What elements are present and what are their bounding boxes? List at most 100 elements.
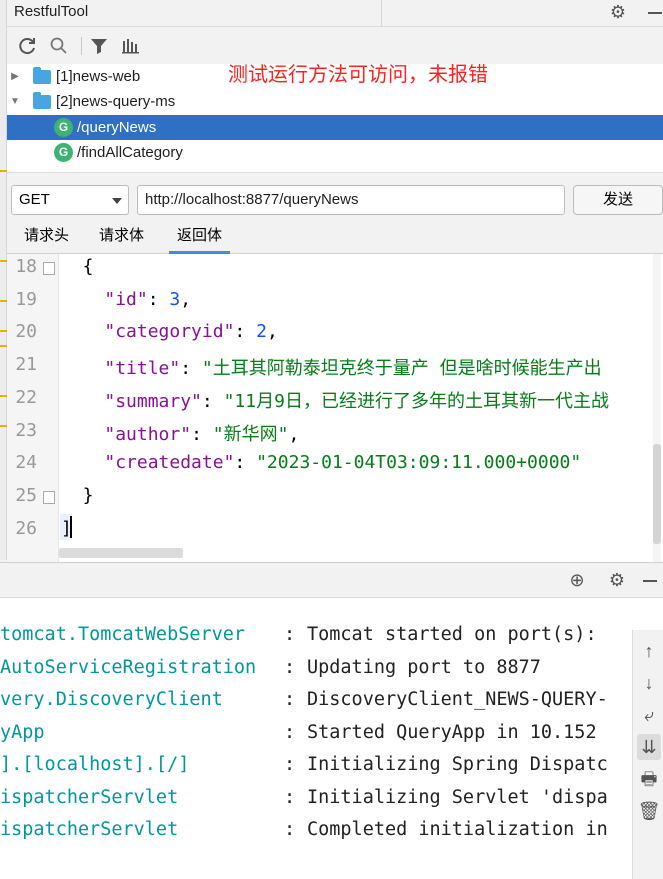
tab-request-body[interactable]: 请求体 <box>91 224 152 254</box>
http-method-select[interactable]: GET <box>11 185 129 215</box>
horizontal-scrollbar[interactable] <box>59 548 183 558</box>
console-message: Started QueryApp in 10.152 <box>307 721 608 743</box>
code-token-key: "title" <box>104 358 181 380</box>
code-token-pre <box>61 391 104 412</box>
code-token-mid: : <box>234 321 257 343</box>
tree-endpoint-label: /findAllCategory <box>77 144 183 161</box>
code-token-val: 2 <box>256 321 267 343</box>
text-caret <box>70 516 72 538</box>
console-separator: : <box>284 656 296 678</box>
scroll-to-end-icon[interactable]: ⇊ <box>637 734 661 760</box>
get-method-icon: G <box>54 143 73 162</box>
console-message: Updating port to 8877 <box>307 656 541 678</box>
red-annotation-text: 测试运行方法可访问，未报错 <box>228 64 488 86</box>
console-message: Initializing Spring Dispatc <box>307 754 608 775</box>
console-source[interactable]: ispatcherServlet <box>0 819 178 840</box>
console-line: tomcat.TomcatWebServer: Tomcat started on… <box>0 624 632 654</box>
print-icon[interactable]: 🖶 <box>637 766 661 792</box>
response-editor[interactable]: 18 {19 "id": 3, 20 "categoryid": 2, 21 "ti… <box>7 254 663 562</box>
bars-icon[interactable] <box>119 34 143 58</box>
console-source[interactable]: tomcat.TomcatWebServer <box>0 624 245 645</box>
code-token-pre: { <box>61 256 94 277</box>
console-source[interactable]: ].[localhost].[/] <box>0 754 189 775</box>
fold-marker-icon[interactable] <box>43 262 55 275</box>
left-gutter-strip <box>0 0 7 560</box>
code-line: "createdate": "2023-01-04T03:09:11.000+0… <box>61 452 581 473</box>
console-message: Tomcat started on port(s): <box>307 624 608 645</box>
console-source[interactable]: ispatcherServlet <box>0 787 178 808</box>
console-separator: : <box>284 819 296 840</box>
gear-icon[interactable]: ⚙ <box>608 1 628 23</box>
code-line: { <box>61 256 94 277</box>
header-divider <box>381 0 382 27</box>
tree-endpoint-find-all-category[interactable]: G /findAllCategory <box>7 140 663 165</box>
console-line: AutoServiceRegistration: Updating port to… <box>0 657 632 687</box>
line-number: 25 <box>15 484 37 506</box>
minimize-icon[interactable] <box>648 12 662 14</box>
console-side-toolbar: ↑ ↓ ⤶ ⇊ 🖶 🗑 <box>632 630 663 879</box>
toolbar-separator <box>81 37 82 55</box>
code-token-key: "author" <box>104 423 192 445</box>
arrow-up-icon[interactable]: ↑ <box>637 638 661 664</box>
filter-icon[interactable] <box>87 34 111 58</box>
console-source[interactable]: AutoServiceRegistration <box>0 657 256 678</box>
code-token-pre <box>61 358 104 379</box>
tab-request-headers[interactable]: 请求头 <box>16 224 77 254</box>
folder-icon <box>33 67 51 84</box>
tree-project-label: [1]news-web <box>56 68 141 85</box>
console-line: ispatcherServlet: Completed initializatio… <box>0 819 632 849</box>
folder-icon <box>33 92 51 109</box>
tree-project-label: [2]news-query-ms <box>56 93 176 110</box>
tree-project-news-query-ms[interactable]: ▼ [2]news-query-ms <box>7 89 663 114</box>
http-method-value: GET <box>19 191 50 208</box>
soft-wrap-icon[interactable]: ⤶ <box>637 702 661 728</box>
line-number: 19 <box>15 288 37 310</box>
code-token-mid: : <box>201 390 224 412</box>
console-message: Initializing Servlet 'dispa <box>307 786 608 808</box>
send-button[interactable]: 发送 <box>573 185 663 215</box>
console-separator: : <box>284 754 296 775</box>
code-token-val: 3 <box>169 288 181 310</box>
code-token-key: "summary" <box>104 390 202 412</box>
minimize-icon[interactable] <box>643 580 657 582</box>
chevron-down-icon[interactable]: ▼ <box>9 89 21 114</box>
code-line: "categoryid": 2, <box>61 321 277 343</box>
search-icon[interactable] <box>47 34 71 58</box>
gear-icon[interactable]: ⚙ <box>607 570 627 590</box>
chevron-right-icon[interactable]: ▶ <box>9 64 21 89</box>
tool-window-header: RestfulTool ⚙ <box>7 0 663 27</box>
line-number: 24 <box>15 452 37 474</box>
console-message: Completed initialization in <box>307 819 608 840</box>
tree-endpoint-query-news[interactable]: G /queryNews <box>7 115 663 140</box>
console-output[interactable]: tomcat.TomcatWebServer: Tomcat started on… <box>0 598 632 879</box>
console-line: very.DiscoveryClient: DiscoveryClient_NEW… <box>0 689 632 719</box>
console-line: yApp: Started QueryApp in 10.152 <box>0 722 632 752</box>
code-token-post: , <box>288 423 300 445</box>
trash-icon[interactable]: 🗑 <box>637 798 661 824</box>
code-line: "id": 3, <box>61 289 191 310</box>
refresh-icon[interactable] <box>15 34 39 58</box>
arrow-down-icon[interactable]: ↓ <box>637 670 661 696</box>
console-separator: : <box>284 624 296 645</box>
code-line: "author": "新华网", <box>61 420 299 446</box>
url-input[interactable]: http://localhost:8877/queryNews <box>137 185 565 215</box>
code-token-mid: : <box>180 358 202 380</box>
tab-response-body[interactable]: 返回体 <box>169 224 231 254</box>
console-source[interactable]: yApp <box>0 722 45 743</box>
code-token-post: , <box>180 288 192 310</box>
scrollbar-thumb[interactable] <box>653 444 661 544</box>
line-number: 26 <box>15 517 37 539</box>
code-token-mid: : <box>191 423 213 445</box>
vertical-scrollbar[interactable] <box>653 254 661 562</box>
code-line: } <box>61 485 94 506</box>
code-token-pre: } <box>61 484 94 506</box>
line-number: 22 <box>15 386 37 408</box>
code-token-val: "2023-01-04T03:09:11.000+0000" <box>256 452 582 474</box>
code-line: "summary": "11月9日，已经进行了多年的土耳其新一代主战 <box>61 387 609 413</box>
console-source[interactable]: very.DiscoveryClient <box>0 689 223 710</box>
line-number: 18 <box>15 256 37 277</box>
code-token-mid: : <box>147 288 170 310</box>
fold-marker-icon[interactable] <box>43 490 55 504</box>
crosshair-icon[interactable]: ⊕ <box>567 570 587 590</box>
code-token-key: "categoryid" <box>104 321 235 343</box>
